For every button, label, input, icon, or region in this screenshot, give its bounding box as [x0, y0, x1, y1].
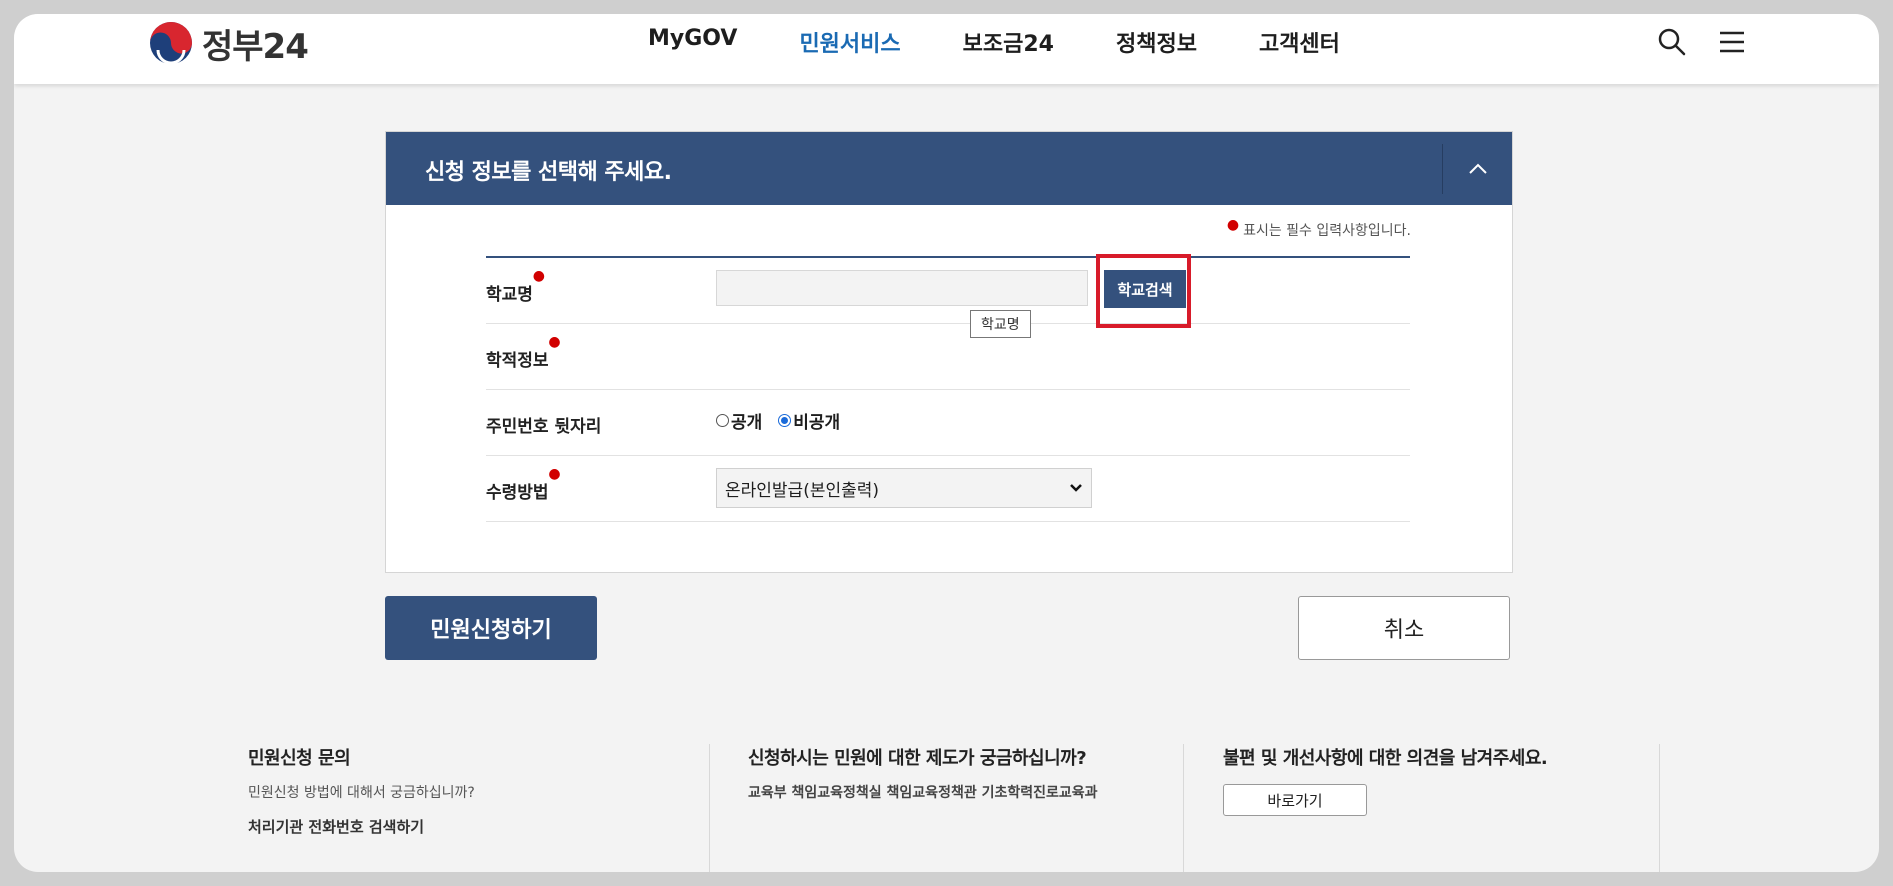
info-divider	[709, 744, 710, 872]
info-feedback: 불편 및 개선사항에 대한 의견을 남겨주세요. 바로가기	[1223, 744, 1643, 872]
rrn-radio-group: 공개 비공개	[716, 408, 840, 433]
required-note: ● 표시는 필수 입력사항입니다.	[1226, 217, 1411, 239]
info-inquiry: 민원신청 문의 민원신청 방법에 대해서 궁금하십니까? 처리기관 전화번호 검…	[248, 744, 698, 872]
record-label: 학적정보 ●	[486, 334, 561, 371]
application-info-panel: 신청 정보를 선택해 주세요. ● 표시는 필수 입력사항입니다. 학교명 ● 학교…	[385, 131, 1513, 573]
record-row: 학적정보 ●	[486, 324, 1410, 390]
receive-row: 수령방법 ● 온라인발급(본인출력)	[486, 456, 1410, 522]
info-system-title: 신청하시는 민원에 대한 제도가 궁금하십니까?	[748, 748, 1087, 769]
school-row: 학교명 ● 학교검색 학교명	[486, 254, 1410, 338]
school-tooltip: 학교명	[970, 310, 1031, 338]
radio-private-circle[interactable]	[778, 414, 792, 427]
school-name-input[interactable]	[716, 270, 1088, 306]
apply-button[interactable]: 민원신청하기	[385, 596, 597, 660]
radio-private[interactable]: 비공개	[778, 408, 840, 433]
taegeuk-logo-icon	[150, 22, 192, 65]
school-search-button[interactable]: 학교검색	[1104, 270, 1186, 308]
rrn-row: 주민번호 뒷자리 공개 비공개	[486, 390, 1410, 456]
chevron-up-icon	[1468, 163, 1487, 174]
nav-subsidy24[interactable]: 보조금24	[963, 26, 1054, 58]
radio-public[interactable]: 공개	[716, 408, 762, 433]
menu-icon[interactable]	[1716, 26, 1748, 58]
rrn-label: 주민번호 뒷자리	[486, 417, 602, 437]
main-nav: MyGOV 민원서비스 보조금24 정책정보 고객센터	[648, 26, 1340, 58]
site-header: 정부24 MyGOV 민원서비스 보조금24 정책정보 고객센터	[14, 14, 1879, 84]
gov24-logo[interactable]: 정부24	[148, 18, 309, 68]
info-divider	[1183, 744, 1184, 872]
collapse-toggle-button[interactable]	[1442, 144, 1512, 194]
panel-title: 신청 정보를 선택해 주세요.	[425, 160, 672, 185]
info-system-sub: 교육부 책임교육정책실 책임교육정책관 기초학력진로교육과	[748, 785, 1098, 801]
nav-policy-info[interactable]: 정책정보	[1116, 26, 1197, 58]
agency-phone-search-link[interactable]: 처리기관 전화번호 검색하기	[248, 816, 698, 837]
nav-civil-service[interactable]: 민원서비스	[799, 26, 900, 58]
cancel-button[interactable]: 취소	[1298, 596, 1510, 660]
radio-public-circle[interactable]	[716, 414, 729, 427]
required-dot-icon: ●	[1226, 217, 1240, 233]
goto-button[interactable]: 바로가기	[1223, 784, 1367, 816]
info-inquiry-title: 민원신청 문의	[248, 748, 351, 769]
receive-method-select[interactable]: 온라인발급(본인출력)	[716, 468, 1092, 508]
info-system: 신청하시는 민원에 대한 제도가 궁금하십니까? 교육부 책임교육정책실 책임교…	[748, 744, 1188, 872]
receive-label: 수령방법 ●	[486, 466, 561, 503]
school-label: 학교명 ●	[486, 268, 545, 305]
logo-text: 정부24	[202, 26, 309, 67]
browser-window: 정부24 MyGOV 민원서비스 보조금24 정책정보 고객센터 신청 정보를 …	[14, 14, 1879, 872]
info-divider	[1659, 744, 1660, 872]
search-icon[interactable]	[1656, 26, 1688, 58]
nav-customer-center[interactable]: 고객센터	[1259, 26, 1340, 58]
nav-mygov[interactable]: MyGOV	[648, 26, 737, 58]
application-form: 학교명 ● 학교검색 학교명 학적정보 ● 주민번호 뒷자리 공개 비공개 수령…	[486, 254, 1410, 522]
chevron-down-icon	[1070, 484, 1082, 492]
panel-header: 신청 정보를 선택해 주세요.	[386, 132, 1512, 205]
info-inquiry-sub: 민원신청 방법에 대해서 궁금하십니까?	[248, 785, 475, 801]
info-feedback-title: 불편 및 개선사항에 대한 의견을 남겨주세요.	[1223, 748, 1548, 769]
